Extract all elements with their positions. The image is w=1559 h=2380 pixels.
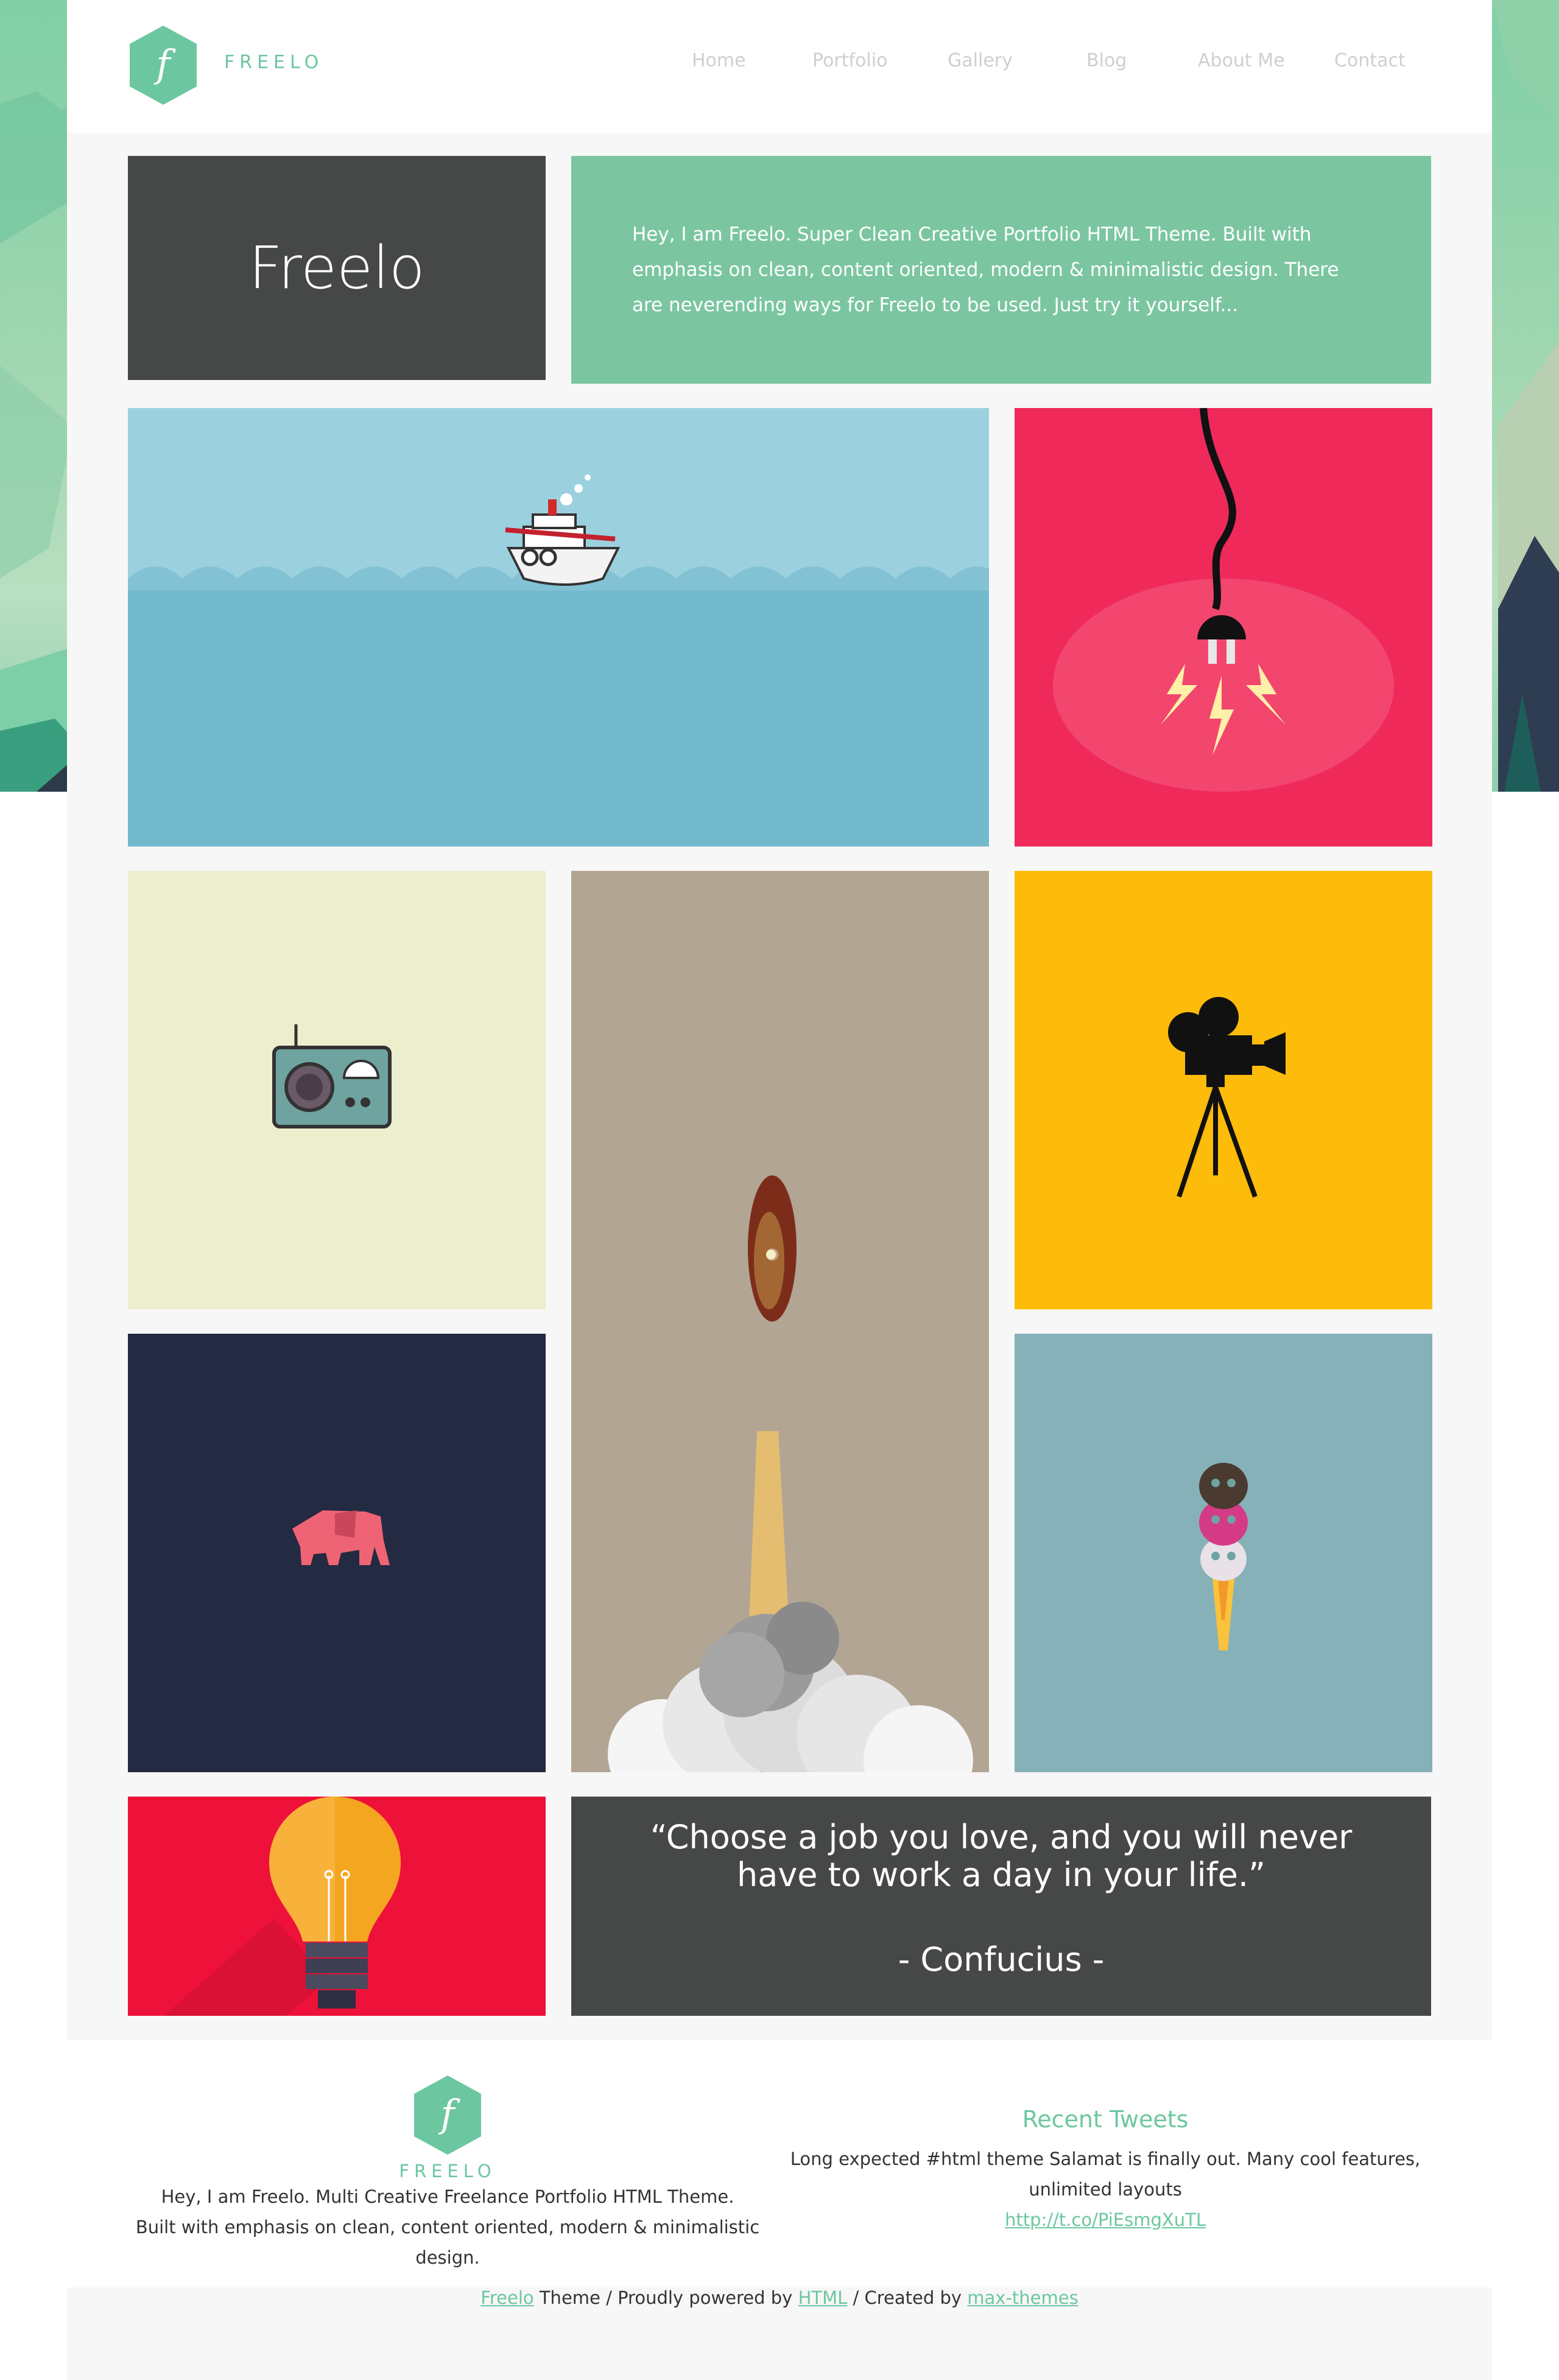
boat-icon bbox=[128, 474, 989, 847]
footer-logo-icon[interactable]: f bbox=[411, 2075, 484, 2155]
skull-rocket-icon bbox=[1199, 1463, 1248, 1650]
quote-author: - Confucius - bbox=[898, 1940, 1105, 1979]
footer-brand-name: FREELO bbox=[399, 2161, 496, 2181]
recent-tweets: Recent Tweets Long expected #html theme … bbox=[767, 2106, 1443, 2235]
hero-title-tile: Freelo bbox=[128, 156, 546, 380]
recent-tweets-title: Recent Tweets bbox=[1022, 2106, 1189, 2133]
nav-portfolio[interactable]: Portfolio bbox=[812, 50, 887, 71]
logo-icon[interactable]: f bbox=[127, 26, 200, 105]
portfolio-item-plug[interactable] bbox=[1015, 408, 1432, 847]
plug-icon bbox=[1053, 408, 1394, 792]
html-link[interactable]: HTML bbox=[798, 2287, 848, 2308]
nav-blog[interactable]: Blog bbox=[1086, 50, 1127, 71]
radio-icon bbox=[272, 1024, 392, 1128]
site-header: f FREELO Home Portfolio Gallery Blog Abo… bbox=[67, 0, 1492, 133]
nav-contact[interactable]: Contact bbox=[1334, 50, 1406, 71]
footer-about-line2: Built with emphasis on clean, content or… bbox=[135, 2217, 760, 2268]
hero-intro-tile: Hey, I am Freelo. Super Clean Creative P… bbox=[571, 156, 1431, 384]
elephant-icon bbox=[292, 1510, 390, 1565]
portfolio-item-skull-rocket[interactable] bbox=[1015, 1334, 1432, 1772]
tweet-text: Long expected #html theme Salamat is fin… bbox=[790, 2149, 1421, 2200]
nav-gallery[interactable]: Gallery bbox=[948, 50, 1013, 71]
max-themes-link[interactable]: max-themes bbox=[967, 2287, 1078, 2308]
page-container: f FREELO Home Portfolio Gallery Blog Abo… bbox=[67, 0, 1492, 2380]
copyright-text-1: Theme / Proudly powered by bbox=[533, 2287, 798, 2308]
nav-about-me[interactable]: About Me bbox=[1198, 50, 1285, 71]
freelo-link[interactable]: Freelo bbox=[480, 2287, 533, 2308]
footer-about: f FREELO Hey, I am Freelo. Multi Creativ… bbox=[128, 2075, 767, 2273]
lightbulb-icon bbox=[164, 1797, 401, 2016]
portfolio-item-radio[interactable] bbox=[128, 871, 546, 1309]
brand-name[interactable]: FREELO bbox=[224, 52, 323, 73]
quote-text: “Choose a job you love, and you will nev… bbox=[650, 1818, 1353, 1894]
rocket-man-icon bbox=[608, 1175, 973, 1772]
portfolio-item-boat[interactable] bbox=[128, 408, 989, 847]
copyright-bar: Freelo Theme / Proudly powered by HTML /… bbox=[67, 2287, 1492, 2308]
portfolio-item-lightbulb[interactable] bbox=[128, 1797, 546, 2016]
copyright-text-2: / Created by bbox=[847, 2287, 968, 2308]
portfolio-item-camera[interactable] bbox=[1015, 871, 1432, 1309]
tweet-link[interactable]: http://t.co/PiEsmgXuTL bbox=[1005, 2209, 1206, 2230]
movie-camera-icon bbox=[1168, 997, 1286, 1198]
portfolio-item-elephant[interactable] bbox=[128, 1334, 546, 1772]
nav-home[interactable]: Home bbox=[692, 50, 746, 71]
portfolio-item-rocket-man[interactable] bbox=[571, 871, 989, 1772]
quote-tile: “Choose a job you love, and you will nev… bbox=[571, 1797, 1431, 2016]
footer-about-line1: Hey, I am Freelo. Multi Creative Freelan… bbox=[161, 2186, 734, 2207]
